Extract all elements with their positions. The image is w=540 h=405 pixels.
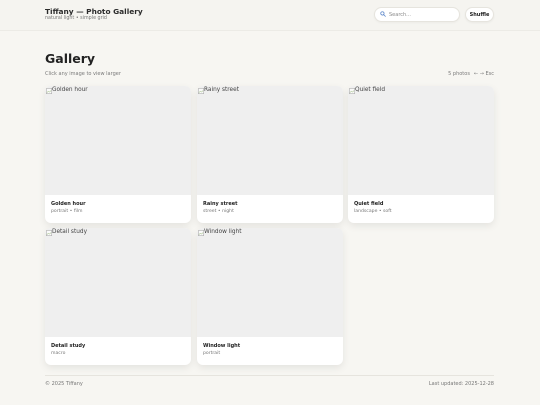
photo-tags: portrait — [203, 351, 221, 356]
photo-alt-text: Detail study — [52, 229, 87, 235]
photo-count: 5 photos — [448, 71, 470, 77]
photo-title: Golden hour — [51, 201, 86, 207]
photo-alt-text: Golden hour — [52, 87, 88, 93]
search-icon — [380, 11, 386, 17]
photo-card[interactable]: Rainy street Rainy street street • night — [197, 86, 343, 223]
photo-alt-text: Rainy street — [204, 87, 239, 93]
shuffle-button[interactable]: Shuffle — [465, 7, 494, 22]
photo-alt-text: Quiet field — [355, 87, 386, 93]
photo-image[interactable]: Window light — [197, 228, 343, 337]
photo-alt-text: Window light — [204, 229, 242, 235]
photo-title: Rainy street — [203, 201, 238, 207]
page-subtitle: Click any image to view larger — [45, 71, 121, 77]
photo-title: Quiet field — [354, 201, 384, 207]
photo-card[interactable]: Window light Window light portrait — [197, 228, 343, 365]
photo-card[interactable]: Golden hour Golden hour portrait • film — [45, 86, 191, 223]
photo-title: Detail study — [51, 343, 86, 349]
photo-image[interactable]: Golden hour — [45, 86, 191, 195]
photo-tags: landscape • soft — [354, 209, 392, 214]
photo-tags: macro — [51, 351, 66, 356]
photo-image[interactable]: Quiet field — [348, 86, 494, 195]
gallery-meta: 5 photos ← → Esc — [448, 71, 494, 77]
app-title: Tiffany — Photo Gallery — [45, 7, 143, 16]
photo-image[interactable]: Rainy street — [197, 86, 343, 195]
search-input[interactable] — [389, 10, 457, 20]
photo-tags: portrait • film — [51, 209, 83, 214]
photo-title: Window light — [203, 343, 241, 349]
footer-copyright: © 2025 Tiffany — [45, 381, 83, 387]
search-box[interactable] — [374, 7, 460, 22]
site-header: Tiffany — Photo Gallery natural light • … — [0, 0, 540, 31]
footer-last-updated: Last updated: 2025-12-28 — [428, 381, 494, 387]
photo-card[interactable]: Quiet field Quiet field landscape • soft — [348, 86, 494, 223]
footer-divider — [45, 375, 494, 376]
app-subtitle: natural light • simple grid — [45, 16, 107, 21]
keyboard-hint: ← → Esc — [473, 71, 494, 77]
photo-image[interactable]: Detail study — [45, 228, 191, 337]
photo-card[interactable]: Detail study Detail study macro — [45, 228, 191, 365]
photo-tags: street • night — [203, 209, 234, 214]
page-title: Gallery — [45, 51, 96, 66]
